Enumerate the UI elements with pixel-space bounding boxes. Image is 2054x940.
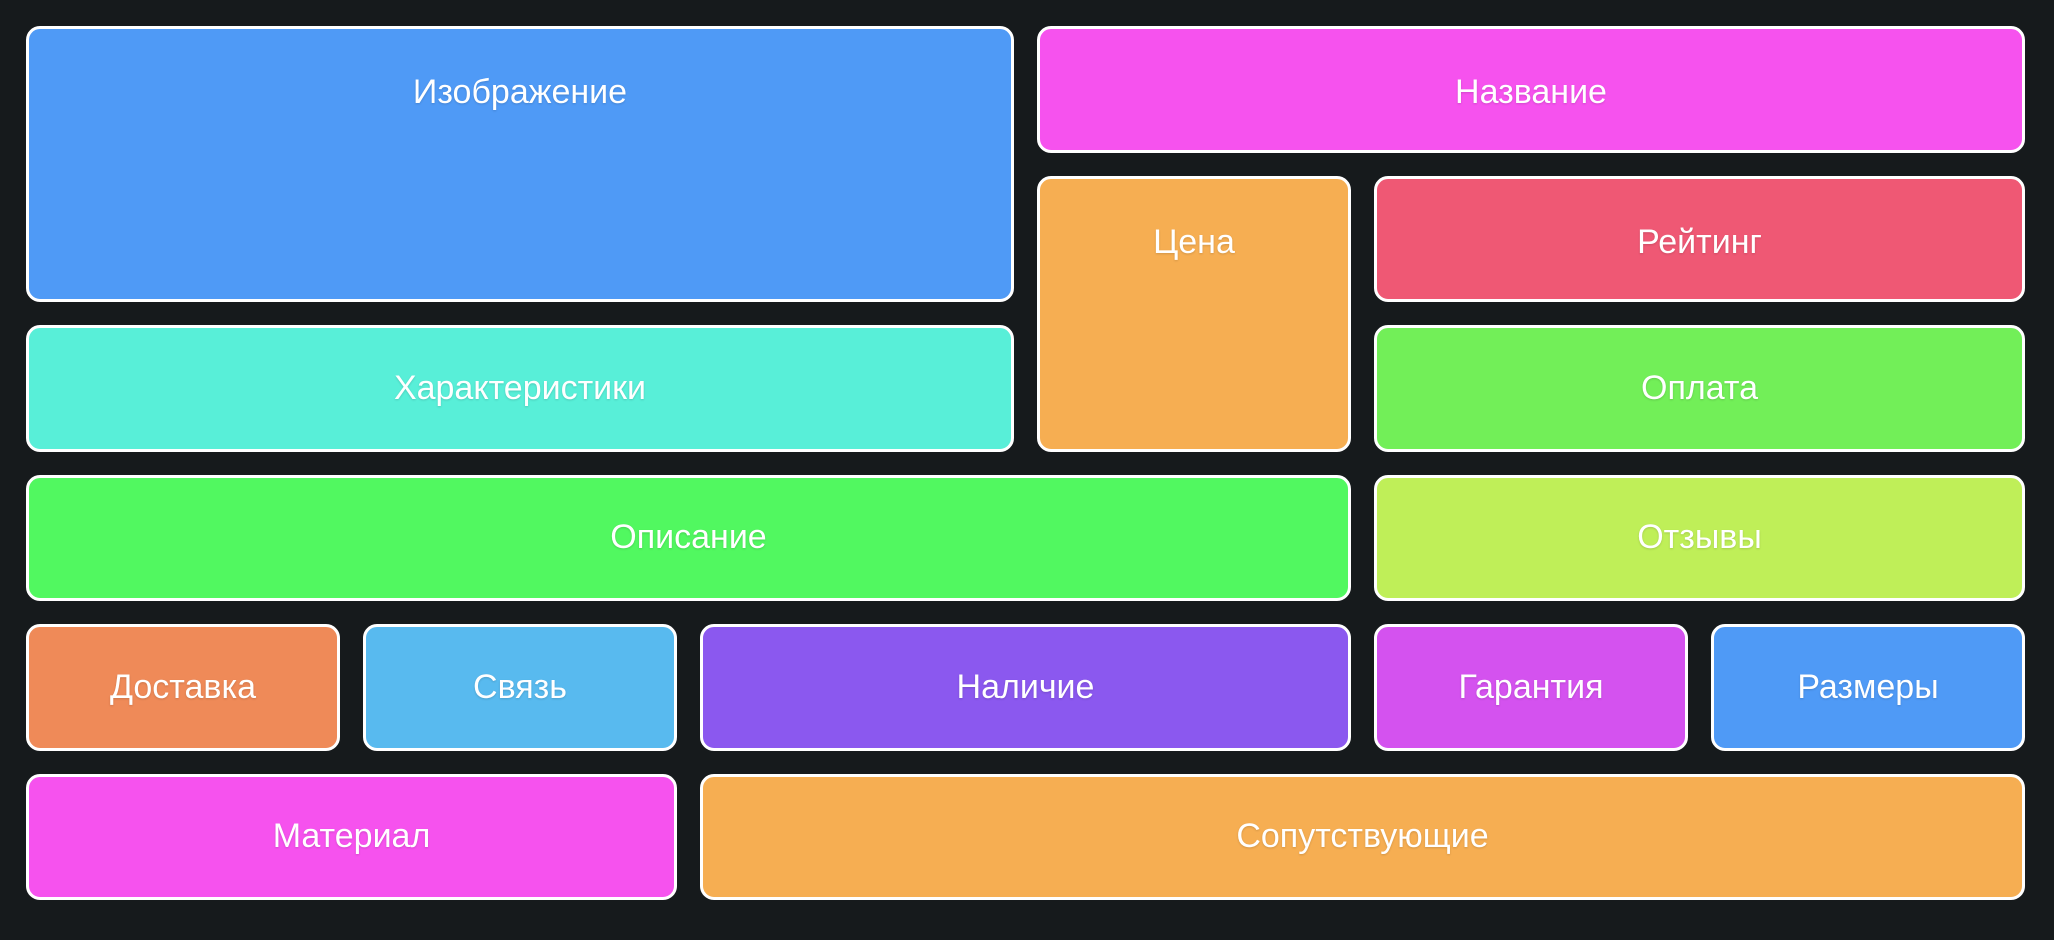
- tile-label: Рейтинг: [1637, 222, 1762, 261]
- tile-izobrazhenie: Изображение: [26, 26, 1014, 302]
- tile-label: Доставка: [109, 667, 256, 706]
- tile-dostavka: Доставка: [26, 624, 340, 751]
- tile-soputstvuyushchie: Сопутствующие: [700, 773, 2025, 900]
- tile-label: Связь: [473, 667, 567, 706]
- tile-label: Изображение: [412, 73, 628, 111]
- tile-razmery: Размеры: [1711, 624, 2025, 751]
- tile-label: Оплата: [1641, 368, 1758, 407]
- tile-label: Цена: [1153, 222, 1235, 261]
- tile-opisanie: Описание: [26, 474, 1351, 601]
- layout-grid: Изображение Название Цена Рейтинг Характ…: [26, 26, 2025, 900]
- tile-garantiya: Гарантия: [1374, 624, 1688, 751]
- tile-svyaz: Связь: [363, 624, 677, 751]
- tile-label: Отзывы: [1637, 518, 1762, 557]
- tile-label: Материал: [272, 817, 431, 856]
- tile-label: Наличие: [956, 667, 1095, 706]
- tile-harakteristiki: Характеристики: [26, 325, 1014, 452]
- tile-tsena: Цена: [1037, 175, 1351, 452]
- tile-material: Материал: [26, 773, 677, 900]
- tile-label: Гарантия: [1458, 667, 1604, 706]
- tile-label: Название: [1455, 73, 1607, 111]
- tile-label: Характеристики: [393, 368, 647, 407]
- tile-otzyvy: Отзывы: [1374, 474, 2025, 601]
- tile-label: Описание: [610, 518, 767, 557]
- tile-label: Сопутствующие: [1236, 817, 1489, 856]
- tile-reyting: Рейтинг: [1374, 175, 2025, 302]
- tile-label: Размеры: [1797, 667, 1939, 706]
- tile-nazvanie: Название: [1037, 26, 2025, 153]
- tile-nalichie: Наличие: [700, 624, 1351, 751]
- tile-oplata: Оплата: [1374, 325, 2025, 452]
